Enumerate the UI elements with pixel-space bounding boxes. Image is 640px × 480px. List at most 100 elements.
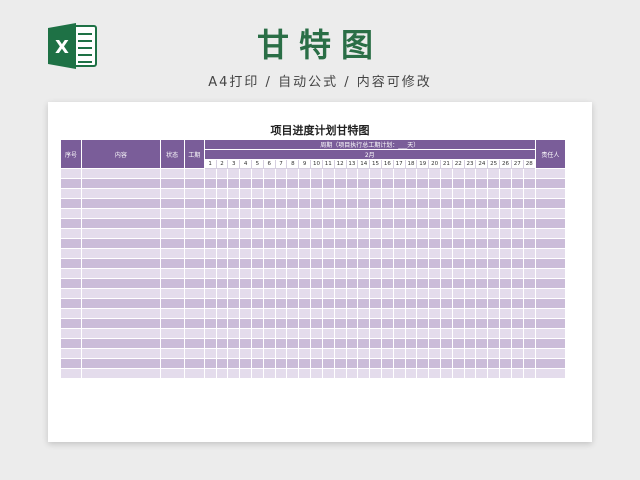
table-cell[interactable] [510, 328, 524, 339]
table-cell[interactable] [215, 358, 229, 369]
table-cell[interactable] [183, 288, 205, 299]
table-cell[interactable] [310, 328, 323, 339]
table-cell[interactable] [534, 198, 567, 209]
table-cell[interactable] [203, 228, 217, 239]
table-cell[interactable] [475, 208, 489, 219]
table-cell[interactable] [345, 278, 359, 289]
table-cell[interactable] [274, 248, 288, 259]
table-cell[interactable] [321, 308, 335, 319]
table-cell[interactable] [239, 338, 252, 349]
table-cell[interactable] [321, 298, 335, 309]
table-cell[interactable] [345, 298, 359, 309]
table-cell[interactable] [404, 208, 418, 219]
table-cell[interactable] [416, 188, 430, 199]
table-cell[interactable] [380, 258, 394, 269]
table-cell[interactable] [321, 358, 335, 369]
table-cell[interactable] [227, 218, 241, 229]
table-cell[interactable] [451, 248, 465, 259]
table-cell[interactable] [215, 258, 229, 269]
table-cell[interactable] [463, 248, 477, 259]
table-cell[interactable] [451, 338, 465, 349]
table-cell[interactable] [475, 288, 489, 299]
table-cell[interactable] [440, 318, 453, 329]
table-cell[interactable] [534, 318, 567, 329]
table-cell[interactable] [534, 188, 567, 199]
table-cell[interactable] [499, 198, 512, 209]
table-cell[interactable] [239, 188, 252, 199]
table-cell[interactable] [404, 168, 418, 179]
table-cell[interactable] [345, 178, 359, 189]
table-cell[interactable] [183, 198, 205, 209]
table-cell[interactable] [534, 328, 567, 339]
table-cell[interactable] [159, 298, 185, 309]
table-cell[interactable] [262, 198, 276, 209]
table-cell[interactable] [510, 188, 524, 199]
table-cell[interactable] [534, 358, 567, 369]
table-cell[interactable] [440, 178, 453, 189]
table-cell[interactable] [404, 258, 418, 269]
table-cell[interactable] [159, 168, 185, 179]
table-cell[interactable] [227, 268, 241, 279]
table-cell[interactable] [404, 308, 418, 319]
table-cell[interactable] [451, 208, 465, 219]
table-cell[interactable] [510, 168, 524, 179]
table-cell[interactable] [310, 188, 323, 199]
table-cell[interactable] [357, 338, 371, 349]
table-cell[interactable] [428, 278, 441, 289]
table-cell[interactable] [251, 188, 264, 199]
table-cell[interactable] [463, 338, 477, 349]
table-cell[interactable] [286, 228, 300, 239]
table-cell[interactable] [251, 348, 264, 359]
table-cell[interactable] [416, 328, 430, 339]
table-cell[interactable] [159, 308, 185, 319]
table-cell[interactable] [510, 228, 524, 239]
table-cell[interactable] [487, 368, 501, 379]
table-cell[interactable] [203, 198, 217, 209]
table-cell[interactable] [440, 298, 453, 309]
table-cell[interactable] [81, 178, 161, 189]
table-cell[interactable] [298, 338, 312, 349]
table-cell[interactable] [428, 198, 441, 209]
table-cell[interactable] [239, 218, 252, 229]
table-cell[interactable] [357, 198, 371, 209]
table-cell[interactable] [159, 288, 185, 299]
table-cell[interactable] [215, 278, 229, 289]
table-cell[interactable] [286, 168, 300, 179]
table-cell[interactable] [203, 298, 217, 309]
table-cell[interactable] [183, 188, 205, 199]
table-cell[interactable] [333, 338, 347, 349]
table-cell[interactable] [451, 228, 465, 239]
table-cell[interactable] [522, 368, 536, 379]
table-cell[interactable] [59, 178, 83, 189]
table-cell[interactable] [487, 238, 501, 249]
table-cell[interactable] [262, 188, 276, 199]
table-cell[interactable] [203, 208, 217, 219]
table-cell[interactable] [404, 298, 418, 309]
table-cell[interactable] [286, 318, 300, 329]
table-cell[interactable] [416, 228, 430, 239]
table-cell[interactable] [183, 348, 205, 359]
table-cell[interactable] [510, 318, 524, 329]
table-cell[interactable] [321, 368, 335, 379]
table-cell[interactable] [215, 308, 229, 319]
table-cell[interactable] [59, 218, 83, 229]
table-cell[interactable] [522, 248, 536, 259]
table-cell[interactable] [534, 368, 567, 379]
table-cell[interactable] [369, 208, 382, 219]
table-cell[interactable] [428, 368, 441, 379]
table-cell[interactable] [392, 318, 406, 329]
table-cell[interactable] [321, 218, 335, 229]
table-cell[interactable] [203, 178, 217, 189]
table-cell[interactable] [239, 288, 252, 299]
table-cell[interactable] [321, 278, 335, 289]
table-cell[interactable] [239, 258, 252, 269]
table-cell[interactable] [333, 318, 347, 329]
table-cell[interactable] [416, 218, 430, 229]
table-cell[interactable] [183, 248, 205, 259]
table-cell[interactable] [203, 278, 217, 289]
table-cell[interactable] [451, 268, 465, 279]
table-cell[interactable] [510, 268, 524, 279]
table-cell[interactable] [416, 168, 430, 179]
table-cell[interactable] [451, 258, 465, 269]
table-cell[interactable] [183, 168, 205, 179]
